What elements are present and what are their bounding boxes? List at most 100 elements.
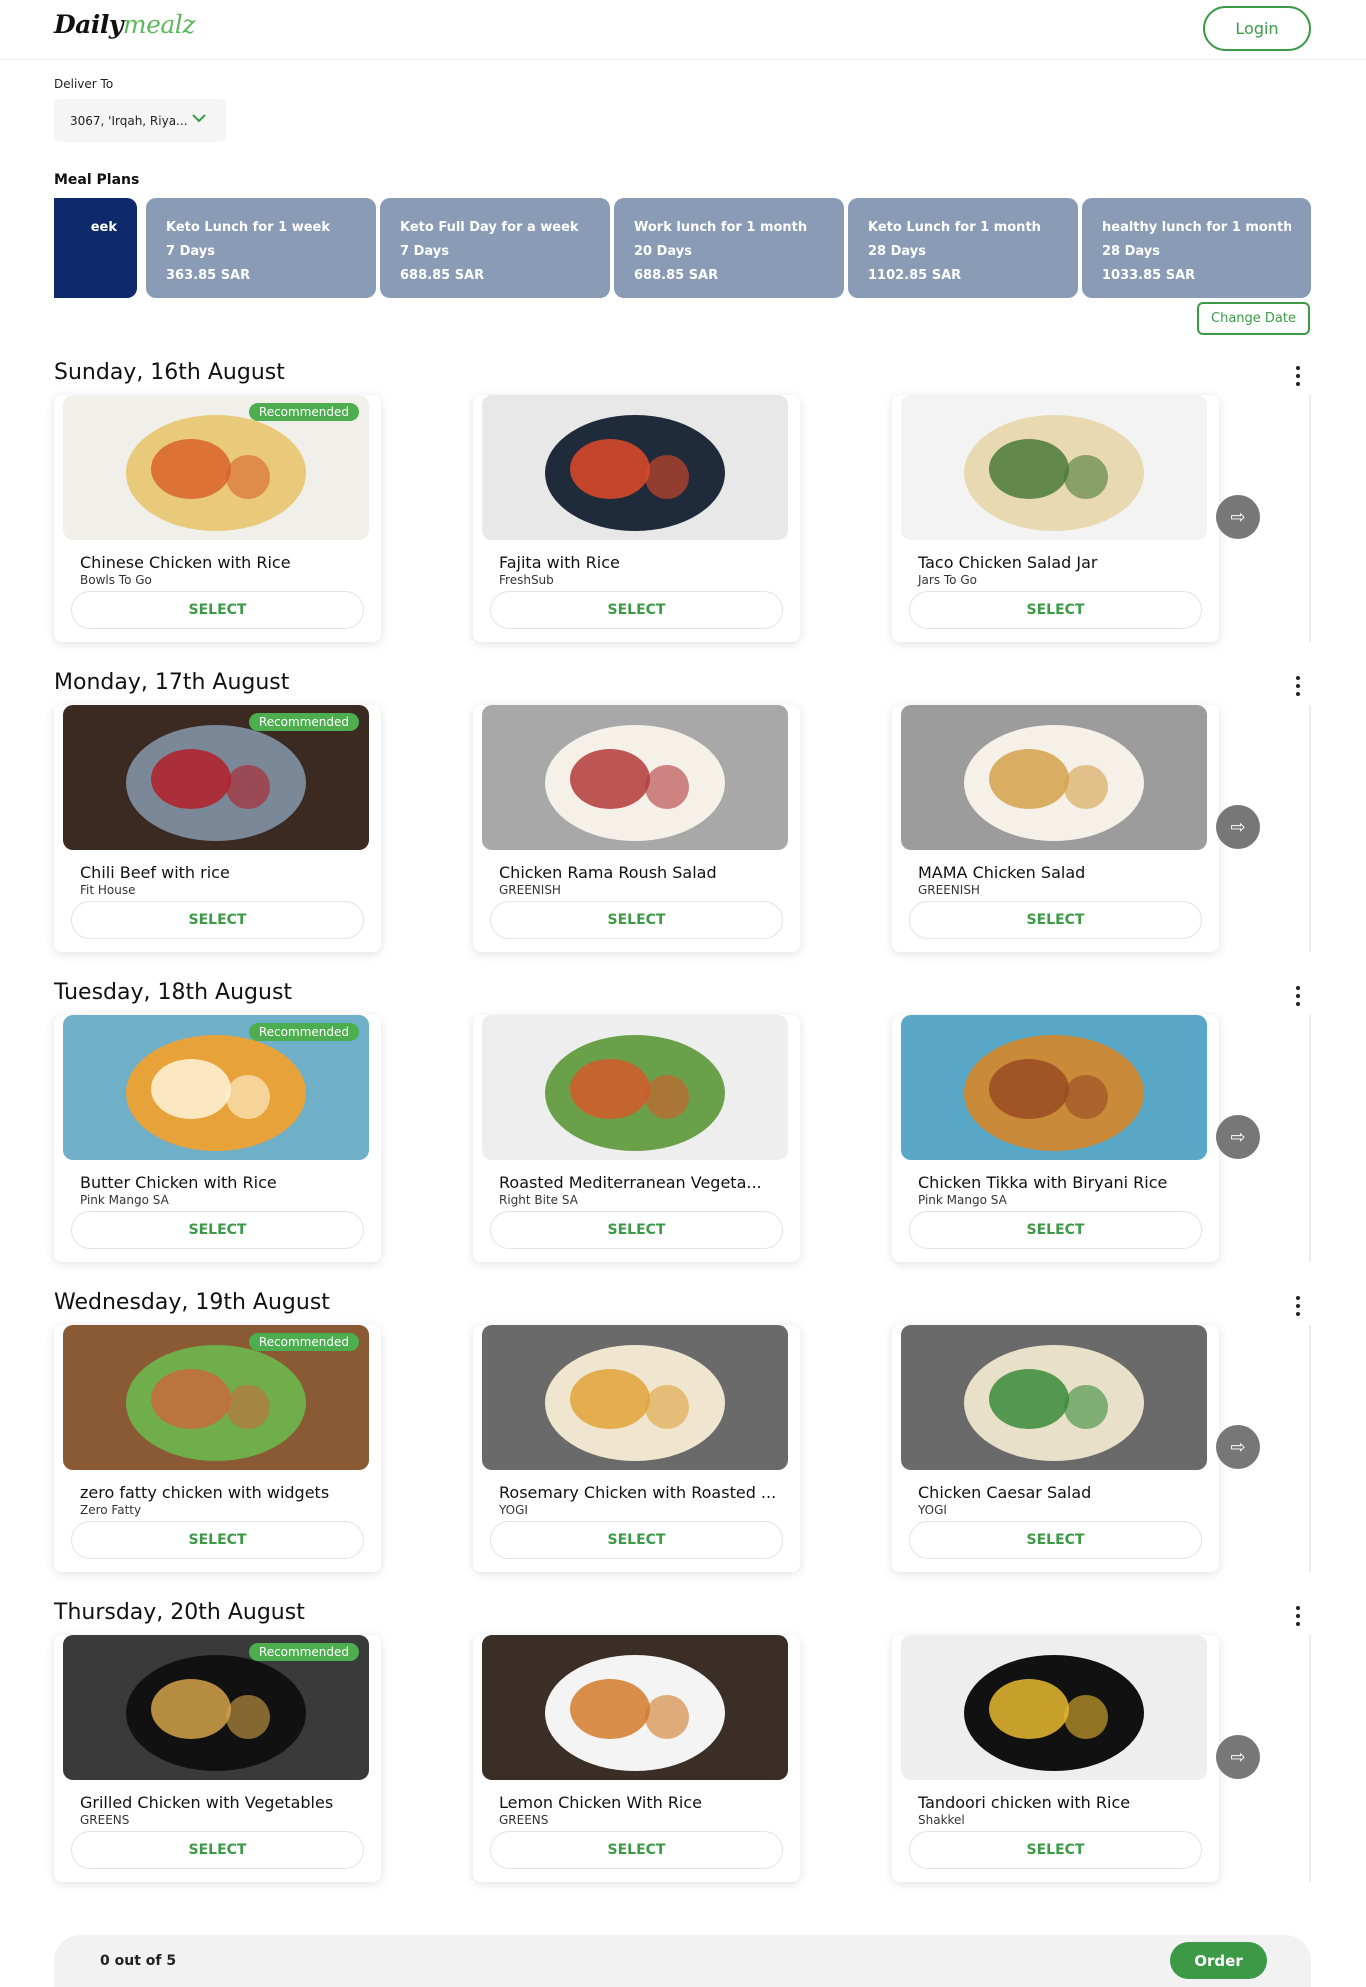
meal-name: Taco Chicken Salad Jar (918, 553, 1098, 572)
select-meal-button[interactable]: SELECT (909, 1521, 1202, 1559)
meal-card[interactable]: Chicken Caesar Salad YOGI SELECT (892, 1325, 1219, 1572)
plan-price: 363.85 SAR (166, 268, 251, 283)
plan-price: 688.85 SAR (634, 268, 719, 283)
plan-price: 1033.85 SAR (1102, 268, 1196, 283)
delivery-address-select[interactable]: 3067, 'Irqah, Riya... (54, 99, 226, 142)
more-options-icon[interactable] (1292, 364, 1304, 388)
select-meal-button[interactable]: SELECT (909, 1831, 1202, 1869)
plan-days: 28 Days (1102, 244, 1160, 259)
recommended-badge: Recommended (248, 1643, 359, 1661)
next-card-peek (1309, 705, 1311, 952)
meal-photo: Recommended (63, 1635, 369, 1780)
more-options-icon[interactable] (1292, 674, 1304, 698)
select-meal-button[interactable]: SELECT (71, 591, 364, 629)
meal-card[interactable]: Lemon Chicken With Rice GREENS SELECT (473, 1635, 800, 1882)
meal-card[interactable]: Chicken Rama Roush Salad GREENISH SELECT (473, 705, 800, 952)
select-meal-button[interactable]: SELECT (490, 1211, 783, 1249)
plan-name: Keto Full Day for a week (400, 220, 579, 235)
meal-name: Grilled Chicken with Vegetables (80, 1793, 334, 1812)
select-meal-button[interactable]: SELECT (909, 1211, 1202, 1249)
plan-card[interactable]: Keto Lunch for 1 month 28 Days 1102.85 S… (848, 198, 1078, 298)
meal-card[interactable]: MAMA Chicken Salad GREENISH SELECT (892, 705, 1219, 952)
select-meal-button[interactable]: SELECT (490, 1521, 783, 1559)
meal-card[interactable]: Taco Chicken Salad Jar Jars To Go SELECT (892, 395, 1219, 642)
meal-name: Butter Chicken with Rice (80, 1173, 277, 1192)
plan-price: 1102.85 SAR (868, 268, 962, 283)
select-meal-button[interactable]: SELECT (71, 1211, 364, 1249)
plan-card[interactable]: Work lunch for 1 month 20 Days 688.85 SA… (614, 198, 844, 298)
select-meal-button[interactable]: SELECT (71, 901, 364, 939)
day-section: Tuesday, 18th August Recommended Butter C… (0, 980, 1366, 1290)
day-section: Monday, 17th August Recommended Chili Bee… (0, 670, 1366, 980)
meal-photo (901, 1015, 1207, 1160)
meal-photo (482, 1015, 788, 1160)
more-options-icon[interactable] (1292, 1294, 1304, 1318)
meal-card[interactable]: Fajita with Rice FreshSub SELECT (473, 395, 800, 642)
deliver-to-label: Deliver To (54, 77, 114, 91)
plan-card[interactable]: healthy lunch for 1 month 28 Days 1033.8… (1082, 198, 1311, 298)
meal-name: Chinese Chicken with Rice (80, 553, 291, 572)
restaurant-name: Pink Mango SA (918, 1193, 1007, 1207)
plan-days: 28 Days (868, 244, 926, 259)
meal-card[interactable]: Recommended Butter Chicken with Rice Pink … (54, 1015, 381, 1262)
select-meal-button[interactable]: SELECT (909, 901, 1202, 939)
plan-price: 688.85 SAR (400, 268, 485, 283)
select-meal-button[interactable]: SELECT (490, 1831, 783, 1869)
restaurant-name: Pink Mango SA (80, 1193, 169, 1207)
meal-photo (482, 1635, 788, 1780)
meal-card[interactable]: Tandoori chicken with Rice Shakkel SELECT (892, 1635, 1219, 1882)
change-date-button[interactable]: Change Date (1197, 302, 1310, 335)
select-meal-button[interactable]: SELECT (71, 1521, 364, 1559)
restaurant-name: Shakkel (918, 1813, 965, 1827)
meal-card[interactable]: Roasted Mediterranean Vegeta... Right Bit… (473, 1015, 800, 1262)
login-button[interactable]: Login (1203, 6, 1311, 51)
restaurant-name: GREENISH (499, 883, 561, 897)
next-meals-arrow-icon[interactable]: ⇨ (1216, 495, 1260, 539)
more-options-icon[interactable] (1292, 984, 1304, 1008)
order-summary-bar: 0 out of 5 Order (54, 1935, 1311, 1987)
restaurant-name: Right Bite SA (499, 1193, 578, 1207)
meal-card[interactable]: Recommended Grilled Chicken with Vegetabl… (54, 1635, 381, 1882)
meal-name: Lemon Chicken With Rice (499, 1793, 703, 1812)
meal-photo (482, 705, 788, 850)
more-options-icon[interactable] (1292, 1604, 1304, 1628)
plan-card[interactable]: Keto Full Day for a week 7 Days 688.85 S… (380, 198, 610, 298)
recommended-badge: Recommended (248, 403, 359, 421)
day-section: Thursday, 20th August Recommended Grilled… (0, 1600, 1366, 1910)
select-meal-button[interactable]: SELECT (490, 591, 783, 629)
recommended-badge: Recommended (248, 1023, 359, 1041)
restaurant-name: Bowls To Go (80, 573, 152, 587)
meal-photo: Recommended (63, 1015, 369, 1160)
meal-name: Tandoori chicken with Rice (918, 1793, 1131, 1812)
dailymealz-logo[interactable]: Dailymealz (54, 10, 195, 39)
meal-card[interactable]: Recommended zero fatty chicken with widge… (54, 1325, 381, 1572)
meal-card[interactable]: Recommended Chili Beef with rice Fit House… (54, 705, 381, 952)
plan-card[interactable]: Keto Lunch for 1 week 7 Days 363.85 SAR (146, 198, 376, 298)
day-section: Wednesday, 19th August Recommended zero f… (0, 1290, 1366, 1600)
next-meals-arrow-icon[interactable]: ⇨ (1216, 1115, 1260, 1159)
meal-photo: Recommended (63, 1325, 369, 1470)
meal-name: Chicken Caesar Salad (918, 1483, 1092, 1502)
order-button[interactable]: Order (1170, 1942, 1267, 1979)
next-meals-arrow-icon[interactable]: ⇨ (1216, 805, 1260, 849)
meal-card[interactable]: Chicken Tikka with Biryani Rice Pink Mang… (892, 1015, 1219, 1262)
meal-name: Chicken Tikka with Biryani Rice (918, 1173, 1168, 1192)
day-title: Wednesday, 19th August (54, 1290, 330, 1315)
restaurant-name: Fit House (80, 883, 136, 897)
plan-card-selected[interactable]: eek (54, 198, 137, 298)
day-title: Sunday, 16th August (54, 360, 285, 385)
next-meals-arrow-icon[interactable]: ⇨ (1216, 1735, 1260, 1779)
meal-card[interactable]: Recommended Chinese Chicken with Rice Bowl… (54, 395, 381, 642)
logo-main-text: Daily (54, 10, 123, 39)
plan-name: eek (90, 220, 117, 235)
next-meals-arrow-icon[interactable]: ⇨ (1216, 1425, 1260, 1469)
recommended-badge: Recommended (248, 713, 359, 731)
next-card-peek (1309, 395, 1311, 642)
select-meal-button[interactable]: SELECT (909, 591, 1202, 629)
plan-name: Keto Lunch for 1 month (868, 220, 1041, 235)
select-meal-button[interactable]: SELECT (490, 901, 783, 939)
next-card-peek (1309, 1635, 1311, 1882)
meal-card[interactable]: Rosemary Chicken with Roasted ... YOGI SEL… (473, 1325, 800, 1572)
select-meal-button[interactable]: SELECT (71, 1831, 364, 1869)
meal-plans-carousel[interactable]: eek Keto Lunch for 1 week 7 Days 363.85 … (54, 198, 1311, 298)
